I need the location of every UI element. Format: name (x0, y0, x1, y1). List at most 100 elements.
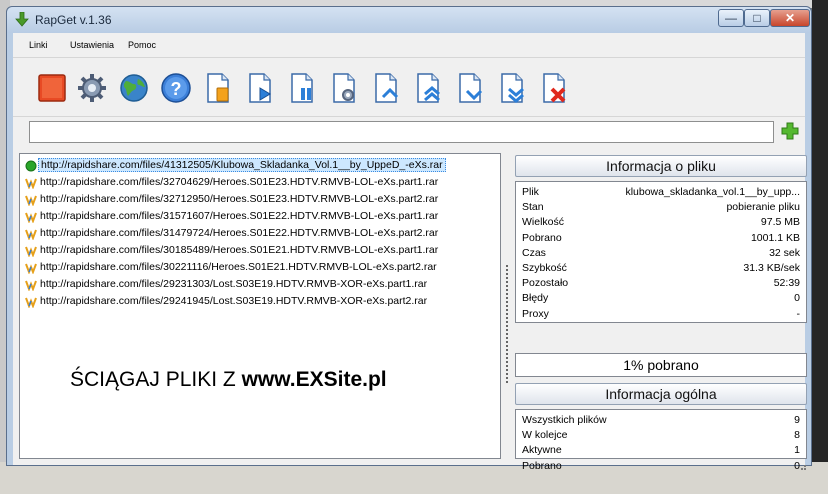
window-title: RapGet v.1.36 (35, 13, 112, 27)
download-list[interactable]: ŚCIĄGAJ PLIKI Z www.EXSite.pl http://rap… (19, 153, 501, 459)
file-row[interactable]: http://rapidshare.com/files/31479724/Her… (22, 226, 500, 242)
active-status-icon (25, 160, 37, 172)
file-row[interactable]: http://rapidshare.com/files/32704629/Her… (22, 175, 500, 191)
file-info-header: Informacja o pliku (515, 155, 807, 177)
doc-delete-icon (543, 73, 566, 103)
file-info-row: Pozostało 52:39 (520, 277, 800, 292)
file-info-row: Czas 32 sek (520, 247, 800, 262)
delete-button[interactable] (537, 71, 571, 105)
info-label: Pozostało (522, 277, 569, 290)
title-bar[interactable]: RapGet v.1.36 — □ ✕ (7, 7, 811, 33)
info-value: 8 (794, 429, 800, 442)
info-label: Proxy (522, 307, 549, 320)
general-info-panel: Wszystkich plików 9 W kolejce 8 Aktywne 1 Pobr… (515, 409, 807, 472)
doc-pause-icon (291, 73, 313, 103)
url-input[interactable] (29, 121, 774, 143)
queued-status-icon (25, 212, 37, 223)
add-link-button[interactable] (781, 122, 799, 140)
file-row[interactable]: http://rapidshare.com/files/30185489/Her… (22, 243, 500, 259)
progress-indicator: 1% pobrano (515, 353, 807, 377)
file-url: http://rapidshare.com/files/32704629/Her… (40, 176, 439, 188)
info-value: 0 (794, 292, 800, 305)
info-label: Czas (522, 246, 546, 259)
menu-linki[interactable]: Linki (29, 40, 48, 50)
general-info-header: Informacja ogólna (515, 383, 807, 405)
plus-icon (781, 122, 799, 140)
info-value: 9 (794, 414, 800, 426)
info-value: klubowa_skladanka_vol.1__by_upp... (625, 186, 800, 198)
file-url: http://rapidshare.com/files/30185489/Her… (40, 244, 439, 256)
move-top-button[interactable] (411, 71, 445, 105)
menu-ustawienia[interactable]: Ustawienia (70, 40, 114, 50)
info-label: Błędy (522, 292, 549, 305)
info-label: Stan (522, 201, 544, 214)
menu-bar: Linki Ustawienia Pomoc (13, 33, 805, 57)
panel-splitter[interactable] (505, 263, 509, 383)
menu-pomoc[interactable]: Pomoc (128, 40, 156, 50)
file-url: http://rapidshare.com/files/30221116/Her… (40, 261, 437, 273)
info-value: pobieranie pliku (726, 201, 800, 214)
close-button[interactable]: ✕ (770, 9, 810, 27)
file-info-row: Wielkość 97.5 MB (520, 216, 800, 231)
general-info-row: Wszystkich plików 9 (520, 414, 800, 429)
item-settings-button[interactable] (327, 71, 361, 105)
info-value: 32 sek (769, 246, 800, 259)
help-button[interactable]: ? (159, 71, 193, 105)
general-info-row: W kolejce 8 (520, 429, 800, 444)
file-url: http://rapidshare.com/files/31479724/Her… (40, 227, 439, 239)
queued-status-icon (25, 246, 37, 257)
move-down-button[interactable] (453, 71, 487, 105)
queued-status-icon (25, 280, 37, 291)
file-row[interactable]: http://rapidshare.com/files/32712950/Her… (22, 192, 500, 208)
file-row[interactable]: http://rapidshare.com/files/29231303/Los… (22, 277, 500, 293)
move-up-button[interactable] (369, 71, 403, 105)
file-info-row: Pobrano 1001.1 KB (520, 232, 800, 247)
doc-down-icon (459, 73, 483, 103)
file-info-row: Proxy - (520, 308, 800, 323)
general-info-row: Pobrano 0 (520, 460, 800, 475)
doc-play-icon (249, 73, 271, 103)
pause-button[interactable] (285, 71, 319, 105)
info-value: 97.5 MB (760, 216, 800, 229)
file-url: http://rapidshare.com/files/41312505/Klu… (38, 158, 446, 172)
background-dark-panel (812, 0, 828, 494)
promo-text: ŚCIĄGAJ PLIKI Z www.EXSite.pl (70, 368, 387, 391)
info-value: 1 (794, 444, 800, 457)
file-url: http://rapidshare.com/files/32712950/Her… (40, 193, 439, 205)
stop-square-icon (38, 74, 66, 102)
file-url: http://rapidshare.com/files/29231303/Los… (40, 278, 428, 290)
start-button[interactable] (243, 71, 277, 105)
file-row[interactable]: http://rapidshare.com/files/30221116/Her… (22, 260, 500, 276)
url-row (13, 117, 805, 149)
info-label: Wielkość (522, 216, 565, 229)
file-info-row: Błędy 0 (520, 292, 800, 307)
file-info-row: Stan pobieranie pliku (520, 201, 800, 216)
settings-button[interactable] (75, 71, 109, 105)
file-info-panel: Plik klubowa_skladanka_vol.1__by_upp... St… (515, 181, 807, 323)
info-label: Szybkość (522, 262, 567, 274)
queued-status-icon (25, 263, 37, 274)
info-label: Pobrano (522, 231, 562, 244)
file-url: http://rapidshare.com/files/29241945/Los… (40, 295, 428, 307)
file-row[interactable]: http://rapidshare.com/files/41312505/Klu… (22, 158, 500, 174)
maximize-button[interactable]: □ (744, 9, 770, 27)
file-info-row: Szybkość 31.3 KB/sek (520, 262, 800, 277)
queued-status-icon (25, 178, 37, 189)
resize-grip[interactable] (797, 463, 807, 471)
file-row[interactable]: http://rapidshare.com/files/29241945/Los… (22, 294, 500, 310)
queued-status-icon (25, 229, 37, 240)
toolbar: ? (13, 57, 805, 117)
minimize-button[interactable]: — (718, 9, 744, 27)
info-label: Aktywne (522, 444, 562, 457)
info-value: - (796, 307, 801, 320)
internet-button[interactable] (117, 71, 151, 105)
info-value: 31.3 KB/sek (743, 262, 800, 274)
doc-bottom-icon (501, 73, 524, 103)
file-row[interactable]: http://rapidshare.com/files/31571607/Her… (22, 209, 500, 225)
doc-gear-icon (333, 73, 355, 103)
stop-button[interactable] (35, 71, 69, 105)
question-icon: ? (161, 73, 191, 103)
paste-links-button[interactable] (201, 71, 235, 105)
move-bottom-button[interactable] (495, 71, 529, 105)
info-value: 1001.1 KB (750, 231, 800, 244)
